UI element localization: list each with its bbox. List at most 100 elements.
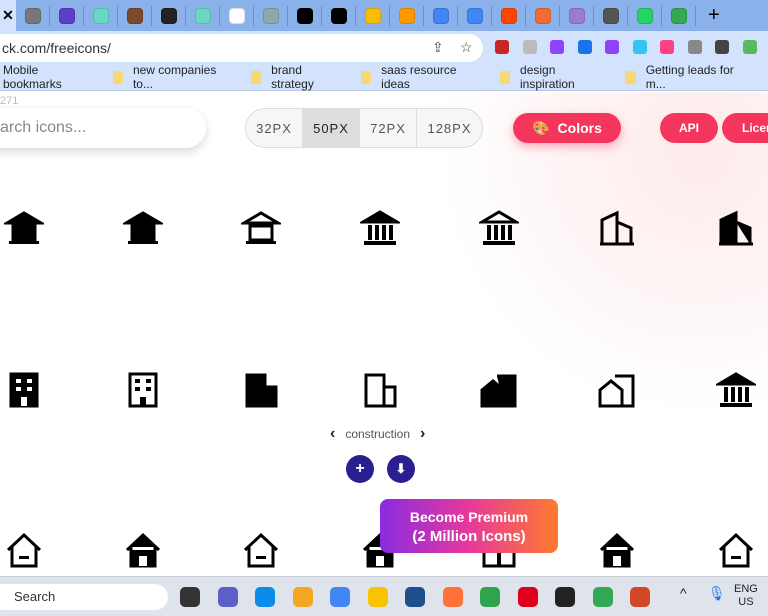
browser-tab[interactable] bbox=[628, 5, 662, 26]
building-filled-icon[interactable] bbox=[716, 208, 756, 248]
browser-tab[interactable] bbox=[492, 5, 526, 26]
license-button[interactable]: Licen bbox=[722, 113, 768, 143]
temple-outline-icon[interactable] bbox=[238, 208, 284, 248]
language-indicator[interactable]: ENG US bbox=[734, 583, 758, 609]
prev-category-button[interactable]: ‹ bbox=[330, 425, 335, 443]
browser-tab[interactable] bbox=[322, 5, 356, 26]
house-building-filled-icon[interactable] bbox=[479, 370, 519, 410]
bank-outline-icon[interactable] bbox=[476, 208, 522, 248]
become-premium-button[interactable]: Become Premium (2 Million Icons) bbox=[380, 499, 558, 553]
bookmark-item[interactable]: design inspiration bbox=[499, 63, 608, 91]
size-option-72px[interactable]: 72PX bbox=[360, 109, 417, 147]
extension-icon[interactable] bbox=[577, 40, 592, 54]
taskbar-app-icon[interactable] bbox=[292, 587, 313, 607]
home-filled-icon[interactable] bbox=[123, 530, 163, 570]
bookmark-star-icon[interactable]: ☆ bbox=[460, 39, 473, 56]
download-button[interactable]: ⬇ bbox=[387, 455, 415, 483]
house-building-outline-icon[interactable] bbox=[597, 370, 637, 410]
taskbar-app-icon[interactable] bbox=[405, 587, 425, 607]
url-field[interactable]: ck.com/freeicons/ ⇪ ☆ bbox=[0, 34, 483, 62]
extension-icon[interactable] bbox=[715, 40, 729, 54]
browser-tab[interactable] bbox=[220, 5, 254, 26]
search-input[interactable]: arch icons... bbox=[0, 108, 206, 148]
browser-tab[interactable] bbox=[458, 5, 492, 26]
bookmark-item[interactable]: saas resource ideas bbox=[360, 63, 482, 91]
tray-chevron-icon[interactable]: ^ bbox=[680, 586, 687, 600]
taskbar-app-icon[interactable] bbox=[367, 587, 388, 607]
extension-icon[interactable] bbox=[632, 40, 647, 54]
taskbar-app-icon[interactable] bbox=[517, 587, 538, 607]
browser-tab[interactable] bbox=[356, 5, 390, 26]
browser-tab[interactable] bbox=[118, 5, 152, 26]
browser-tab[interactable] bbox=[424, 5, 458, 26]
browser-tab[interactable] bbox=[526, 5, 560, 26]
taskbar-app-icon[interactable] bbox=[592, 587, 613, 607]
building-outline-icon[interactable] bbox=[597, 208, 637, 248]
bookmark-item[interactable]: Mobile bookmarks bbox=[3, 63, 95, 91]
pagoda-icon[interactable] bbox=[1, 208, 47, 248]
extension-icon[interactable] bbox=[687, 40, 702, 54]
taskbar-app-icon[interactable] bbox=[630, 587, 650, 607]
extension-icon[interactable] bbox=[605, 40, 619, 54]
browser-tab[interactable] bbox=[288, 5, 322, 26]
premium-line2: (2 Million Icons) bbox=[412, 528, 526, 545]
city-outline-icon[interactable] bbox=[360, 370, 400, 410]
browser-tab[interactable] bbox=[16, 5, 50, 26]
browser-tab[interactable] bbox=[662, 5, 696, 26]
bookmark-label: Getting leads for m... bbox=[645, 63, 734, 91]
url-text: ck.com/freeicons/ bbox=[2, 40, 111, 56]
api-button[interactable]: API bbox=[660, 113, 718, 143]
office-building-outline-icon[interactable] bbox=[123, 370, 163, 410]
bookmark-item[interactable]: new companies to... bbox=[112, 63, 233, 91]
colors-button[interactable]: 🎨 Colors bbox=[513, 113, 621, 143]
bookmark-item[interactable]: brand strategy bbox=[250, 63, 343, 91]
bookmark-item[interactable]: Getting leads for m... bbox=[625, 63, 750, 91]
size-option-50px[interactable]: 50PX bbox=[303, 109, 360, 147]
browser-tab[interactable] bbox=[50, 5, 84, 26]
browser-tab[interactable] bbox=[186, 5, 220, 26]
share-icon[interactable]: ⇪ bbox=[432, 39, 444, 56]
tab-favicon-icon bbox=[58, 7, 75, 24]
museum-icon[interactable] bbox=[713, 370, 759, 410]
browser-tab[interactable] bbox=[390, 5, 424, 26]
folder-icon bbox=[112, 70, 123, 84]
taskbar-app-icon[interactable] bbox=[480, 587, 500, 607]
extension-icon[interactable] bbox=[660, 40, 674, 54]
browser-tab[interactable] bbox=[84, 5, 118, 26]
taskbar-app-icon[interactable] bbox=[180, 587, 200, 607]
extension-icon[interactable] bbox=[522, 40, 537, 54]
taskbar-search[interactable]: Search bbox=[0, 584, 168, 610]
browser-tab[interactable] bbox=[594, 5, 628, 26]
home-outline-icon[interactable] bbox=[716, 530, 756, 570]
home-filled-icon[interactable] bbox=[597, 530, 637, 570]
city-filled-icon[interactable] bbox=[241, 370, 281, 410]
new-tab-button[interactable]: + bbox=[708, 4, 720, 27]
extension-icon[interactable] bbox=[742, 40, 757, 54]
taskbar-app-icon[interactable] bbox=[217, 587, 238, 607]
taskbar-app-icon[interactable] bbox=[255, 587, 275, 607]
browser-tab[interactable] bbox=[254, 5, 288, 26]
browser-tab[interactable] bbox=[152, 5, 186, 26]
category-label[interactable]: construction bbox=[345, 427, 410, 441]
add-button[interactable]: + bbox=[346, 455, 374, 483]
next-category-button[interactable]: › bbox=[420, 425, 425, 443]
taskbar-app-icon[interactable] bbox=[442, 587, 463, 607]
size-option-32px[interactable]: 32PX bbox=[246, 109, 303, 147]
home-outline-icon[interactable] bbox=[241, 530, 281, 570]
active-tab-close[interactable]: ✕ bbox=[0, 0, 16, 31]
taskbar-search-label: Search bbox=[14, 589, 56, 604]
microphone-icon[interactable]: 🎙 bbox=[708, 586, 726, 600]
tab-favicon-icon bbox=[534, 7, 551, 24]
taskbar-app-icon[interactable] bbox=[330, 587, 350, 607]
home-outline-icon[interactable] bbox=[4, 530, 44, 570]
bank-filled-icon[interactable] bbox=[357, 208, 403, 248]
office-building-filled-icon[interactable] bbox=[4, 370, 44, 410]
size-option-128px[interactable]: 128PX bbox=[417, 109, 482, 147]
extension-icon[interactable] bbox=[550, 40, 564, 54]
address-bar-row: ck.com/freeicons/ ⇪ ☆ bbox=[0, 31, 768, 64]
taskbar-app-icon[interactable] bbox=[555, 587, 575, 607]
extension-icon[interactable] bbox=[495, 40, 509, 54]
browser-tab[interactable] bbox=[560, 5, 594, 26]
temple-filled-icon[interactable] bbox=[120, 208, 166, 248]
folder-icon bbox=[360, 70, 372, 84]
